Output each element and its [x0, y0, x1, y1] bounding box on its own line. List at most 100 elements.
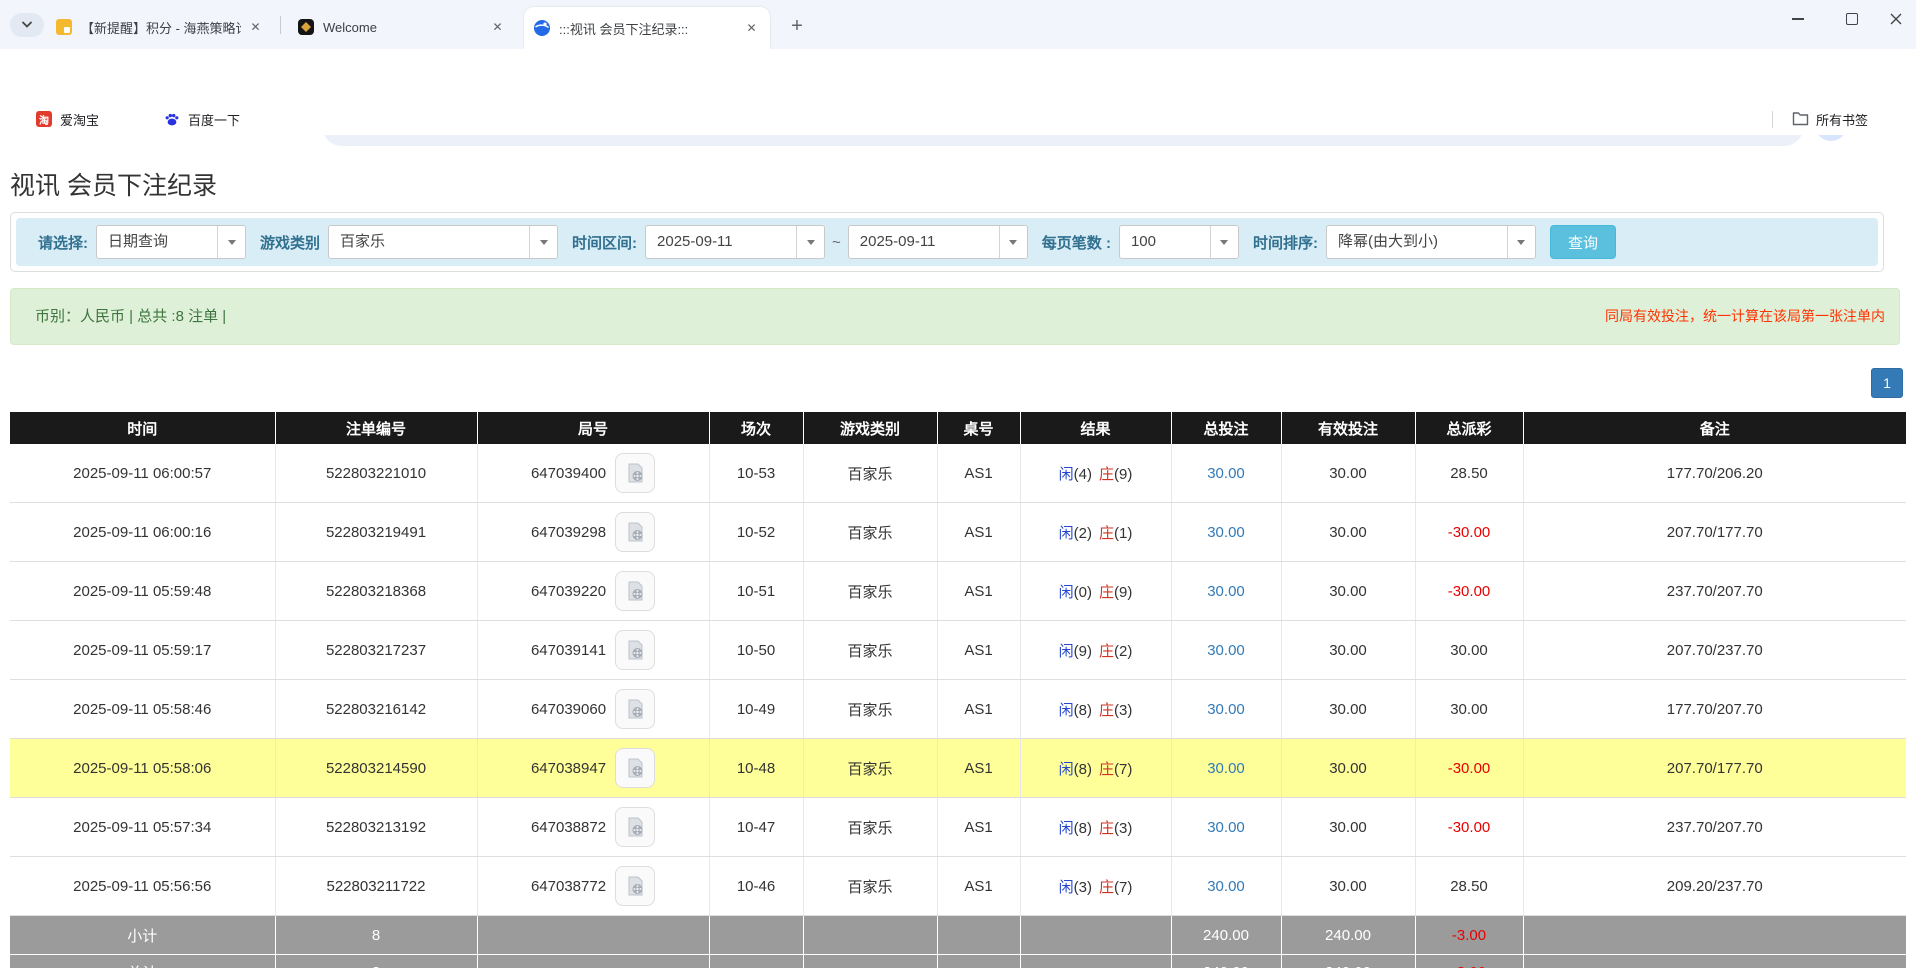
bookmark-taobao[interactable]: 淘 爱淘宝	[30, 107, 105, 131]
total-bet-cell: 30.00	[1171, 621, 1281, 680]
chevron-down-icon[interactable]	[529, 226, 557, 258]
game-type-cell: 百家乐	[803, 739, 937, 798]
table-header: 时间 注单编号 局号 场次 游戏类别 桌号 结果 总投注 有效投注 总派彩 备注	[10, 412, 1906, 444]
game-type-cell: 百家乐	[803, 444, 937, 503]
round-id-cell: 647039060	[477, 680, 709, 739]
date-to-select[interactable]: 2025-09-11	[848, 225, 1028, 259]
result-banker-value: (3)	[1114, 702, 1132, 719]
total-bet-cell: 30.00	[1171, 739, 1281, 798]
summary-empty-cell	[937, 916, 1020, 955]
game-type-label: 游戏类别	[260, 232, 320, 253]
result-cell: 闲(0)庄(9)	[1020, 562, 1171, 621]
result-banker-value: (7)	[1114, 879, 1132, 896]
header-valid-bet: 有效投注	[1281, 412, 1415, 444]
bet-id-cell: 522803221010	[275, 444, 477, 503]
bookmark-baidu[interactable]: 百度一下	[158, 107, 246, 131]
total-bet-link[interactable]: 30.00	[1207, 819, 1245, 836]
result-player-value: (9)	[1074, 643, 1092, 660]
total-bet-cell: 30.00	[1171, 680, 1281, 739]
video-record-button[interactable]	[615, 748, 655, 788]
table-no-cell: AS1	[937, 680, 1020, 739]
video-record-button[interactable]	[615, 866, 655, 906]
round-id-cell: 647039400	[477, 444, 709, 503]
total-bet-link[interactable]: 30.00	[1207, 583, 1245, 600]
session-cell: 10-49	[709, 680, 803, 739]
bet-time-cell: 2025-09-11 05:59:17	[10, 621, 275, 680]
globe-icon	[534, 20, 550, 36]
bet-time-cell: 2025-09-11 06:00:57	[10, 444, 275, 503]
total-bet-link[interactable]: 30.00	[1207, 878, 1245, 895]
tab-forum[interactable]: 【新提醒】积分 - 海燕策略论坛 ✕	[46, 9, 274, 45]
bet-table-body: 2025-09-11 06:00:57 522803221010 6470394…	[10, 444, 1906, 916]
chevron-down-icon[interactable]	[1507, 226, 1535, 258]
note-cell: 207.70/177.70	[1523, 503, 1906, 562]
total-row: 总计 8 240.00 240.00 -3.00	[10, 955, 1906, 968]
tab-search-button[interactable]	[10, 13, 44, 37]
new-tab-button[interactable]: +	[784, 13, 810, 39]
chevron-down-icon[interactable]	[796, 226, 824, 258]
payout-cell: -30.00	[1415, 798, 1523, 857]
date-from-select[interactable]: 2025-09-11	[645, 225, 825, 259]
result-banker: 庄	[1099, 643, 1114, 660]
chevron-down-icon[interactable]	[217, 226, 245, 258]
video-record-button[interactable]	[615, 630, 655, 670]
close-icon[interactable]: ✕	[489, 19, 506, 36]
table-row: 2025-09-11 05:58:46 522803216142 6470390…	[10, 680, 1906, 739]
maximize-button[interactable]	[1830, 4, 1874, 34]
total-bet-link[interactable]: 30.00	[1207, 760, 1245, 777]
tab-welcome[interactable]: Welcome ✕	[288, 9, 516, 45]
game-type-select[interactable]: 百家乐	[328, 225, 558, 259]
total-bet-cell: 30.00	[1171, 503, 1281, 562]
filter-bar: 请选择: 日期查询 游戏类别 百家乐 时间区间: 2025-09-11 ~ 20…	[16, 218, 1878, 266]
video-record-button[interactable]	[615, 571, 655, 611]
chevron-down-icon[interactable]	[1210, 226, 1238, 258]
bet-id-cell: 522803219491	[275, 503, 477, 562]
summary-empty-cell	[1020, 916, 1171, 955]
video-record-button[interactable]	[615, 807, 655, 847]
total-bet-link[interactable]: 30.00	[1207, 524, 1245, 541]
result-cell: 闲(8)庄(3)	[1020, 680, 1171, 739]
minimize-button[interactable]	[1776, 4, 1820, 34]
time-sort-value: 降幂(由大到小)	[1327, 226, 1507, 258]
result-cell: 闲(9)庄(2)	[1020, 621, 1171, 680]
summary-empty-cell	[709, 955, 803, 968]
note-cell: 177.70/207.70	[1523, 680, 1906, 739]
video-record-button[interactable]	[615, 512, 655, 552]
time-sort-select[interactable]: 降幂(由大到小)	[1326, 225, 1536, 259]
chevron-down-icon[interactable]	[999, 226, 1027, 258]
video-record-icon	[624, 757, 646, 779]
result-cell: 闲(8)庄(7)	[1020, 739, 1171, 798]
window-close-button[interactable]	[1874, 4, 1916, 34]
table-no-cell: AS1	[937, 739, 1020, 798]
subtotal-label: 小计	[10, 916, 275, 955]
round-id: 647039220	[531, 583, 606, 600]
summary-empty-cell	[709, 916, 803, 955]
session-cell: 10-48	[709, 739, 803, 798]
search-button[interactable]: 查询	[1550, 225, 1616, 259]
result-player: 闲	[1059, 584, 1074, 601]
table-row: 2025-09-11 05:56:56 522803211722 6470387…	[10, 857, 1906, 916]
video-record-icon	[624, 875, 646, 897]
total-bet-link[interactable]: 30.00	[1207, 701, 1245, 718]
document-icon	[56, 19, 72, 35]
session-cell: 10-51	[709, 562, 803, 621]
close-icon[interactable]: ✕	[743, 20, 760, 37]
result-banker-value: (9)	[1114, 466, 1132, 483]
header-payout: 总派彩	[1415, 412, 1523, 444]
round-id-cell: 647038772	[477, 857, 709, 916]
note-cell: 207.70/177.70	[1523, 739, 1906, 798]
payout-cell: 28.50	[1415, 857, 1523, 916]
page-size-select[interactable]: 100	[1119, 225, 1239, 259]
video-record-button[interactable]	[615, 689, 655, 729]
all-bookmarks-button[interactable]: 所有书签	[1786, 107, 1874, 131]
total-bet-link[interactable]: 30.00	[1207, 465, 1245, 482]
page-1-button[interactable]: 1	[1871, 368, 1903, 398]
round-id: 647038872	[531, 819, 606, 836]
video-record-button[interactable]	[615, 453, 655, 493]
total-bet-link[interactable]: 30.00	[1207, 642, 1245, 659]
tab-bet-record-active[interactable]: :::视讯 会员下注纪录::: ✕	[524, 7, 770, 49]
video-record-icon	[624, 462, 646, 484]
query-type-select[interactable]: 日期查询	[96, 225, 246, 259]
close-icon[interactable]: ✕	[247, 19, 264, 36]
round-id-cell: 647038872	[477, 798, 709, 857]
